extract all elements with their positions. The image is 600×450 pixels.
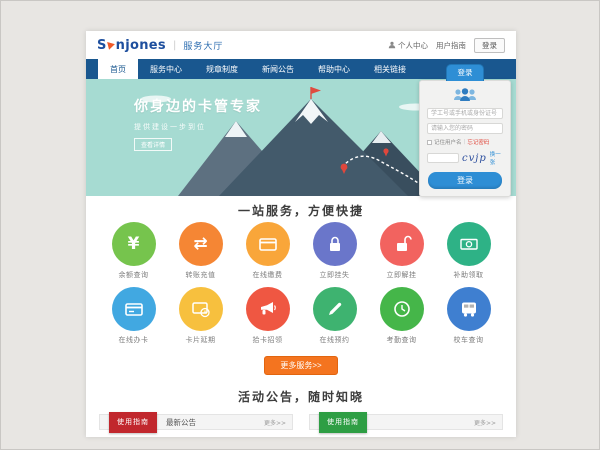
latest-news-tab[interactable]: 最新公告 (166, 417, 196, 428)
username-input[interactable] (427, 108, 503, 119)
hero-text: 你身边的卡管专家 提供建设一步到位 查看详情 (134, 96, 262, 151)
nav-item-links[interactable]: 相关链接 (362, 59, 418, 79)
site-name: 服务大厅 (183, 39, 223, 52)
login-options-row: 记住用户名 | 忘记密码 (427, 138, 503, 146)
service-cancel-loss[interactable]: 立即解挂 (371, 222, 433, 280)
lock-icon (325, 234, 345, 254)
card-clock-icon (191, 299, 211, 319)
site-page: S njones | 服务大厅 个人中心 用户指南 登录 首页 服务中心 规章制… (86, 31, 516, 437)
service-transfer-recharge[interactable]: ⇄ 转账充值 (170, 222, 232, 280)
captcha-input[interactable] (427, 153, 459, 163)
user-guide-link[interactable]: 用户指南 (436, 40, 466, 51)
service-school-bus-query[interactable]: 校车查询 (438, 287, 500, 345)
screenshot-canvas: S njones | 服务大厅 个人中心 用户指南 登录 首页 服务中心 规章制… (0, 0, 600, 450)
nav-item-news[interactable]: 新闻公告 (250, 59, 306, 79)
service-attendance-query[interactable]: 考勤查询 (371, 287, 433, 345)
pencil-icon (325, 299, 345, 319)
usage-more-link[interactable]: 更多>> (474, 418, 496, 427)
announcement-panels: 使用指南 最新公告 更多>> 使用指南 更多>> (86, 414, 516, 430)
service-online-booking[interactable]: 在线预约 (304, 287, 366, 345)
clock-icon (392, 299, 412, 319)
site-header: S njones | 服务大厅 个人中心 用户指南 登录 (86, 31, 516, 59)
refresh-captcha-link[interactable]: 换一张 (490, 150, 503, 166)
captcha-row: cvjp 换一张 (427, 150, 503, 166)
announcements-section-title: 活动公告，随时知晓 (86, 388, 516, 405)
service-card-extension[interactable]: 卡片延期 (170, 287, 232, 345)
banknote-icon (459, 234, 479, 254)
header-login-button[interactable]: 登录 (474, 38, 505, 53)
login-tab[interactable]: 登录 (446, 64, 484, 81)
logo-arrow-icon (107, 40, 116, 49)
logo-suffix: njones (116, 38, 166, 53)
password-input[interactable] (427, 123, 503, 134)
guide-panel: 使用指南 最新公告 更多>> (99, 414, 293, 430)
guide-ribbon-tab[interactable]: 使用指南 (109, 412, 157, 433)
logo-prefix: S (97, 38, 107, 53)
remember-checkbox[interactable] (427, 140, 432, 145)
remember-label: 记住用户名 (434, 138, 462, 146)
usage-panel: 使用指南 更多>> (309, 414, 503, 430)
nav-item-rules[interactable]: 规章制度 (194, 59, 250, 79)
login-form: 记住用户名 | 忘记密码 cvjp 换一张 登录 (419, 80, 511, 197)
nav-item-help[interactable]: 帮助中心 (306, 59, 362, 79)
service-report-loss[interactable]: 立即挂失 (304, 222, 366, 280)
service-found-card-claim[interactable]: 拾卡招领 (237, 287, 299, 345)
service-online-payment[interactable]: 在线缴费 (237, 222, 299, 280)
login-submit-button[interactable]: 登录 (428, 172, 502, 189)
bus-icon (459, 299, 479, 319)
services-section-title: 一站服务，方便快捷 (86, 202, 516, 219)
services-grid-row1: ¥ 余额查询 ⇄ 转账充值 在线缴费 立即挂失 (86, 222, 516, 280)
hero-subtitle: 提供建设一步到位 (134, 122, 262, 132)
logo[interactable]: S njones (97, 38, 166, 53)
captcha-image[interactable]: cvjp (462, 153, 487, 164)
transfer-icon: ⇄ (193, 236, 207, 253)
more-services-button[interactable]: 更多服务>> (264, 356, 338, 375)
hero-cta-button[interactable]: 查看详情 (134, 138, 172, 151)
yen-icon: ¥ (128, 236, 140, 253)
megaphone-icon (258, 299, 278, 319)
usage-ribbon-tab[interactable]: 使用指南 (319, 412, 367, 433)
services-grid-row2: 在线办卡 卡片延期 拾卡招领 在线预约 (86, 287, 516, 345)
users-icon (450, 87, 480, 103)
card-icon (258, 234, 278, 254)
hero-title: 你身边的卡管专家 (134, 96, 262, 116)
person-icon (388, 41, 396, 49)
login-panel: 登录 记住用户名 | 忘记密码 cvjp 换一张 (419, 64, 511, 197)
unlock-icon (392, 234, 412, 254)
forgot-password-link[interactable]: 忘记密码 (467, 138, 489, 146)
new-card-icon (124, 299, 144, 319)
nav-item-home[interactable]: 首页 (98, 59, 138, 79)
nav-item-service-center[interactable]: 服务中心 (138, 59, 194, 79)
personal-center-link[interactable]: 个人中心 (388, 40, 428, 51)
guide-more-link[interactable]: 更多>> (264, 418, 286, 427)
service-balance-query[interactable]: ¥ 余额查询 (103, 222, 165, 280)
header-links: 个人中心 用户指南 登录 (388, 38, 505, 53)
service-online-card-apply[interactable]: 在线办卡 (103, 287, 165, 345)
service-subsidy-collect[interactable]: 补助领取 (438, 222, 500, 280)
header-divider: | (173, 40, 176, 51)
